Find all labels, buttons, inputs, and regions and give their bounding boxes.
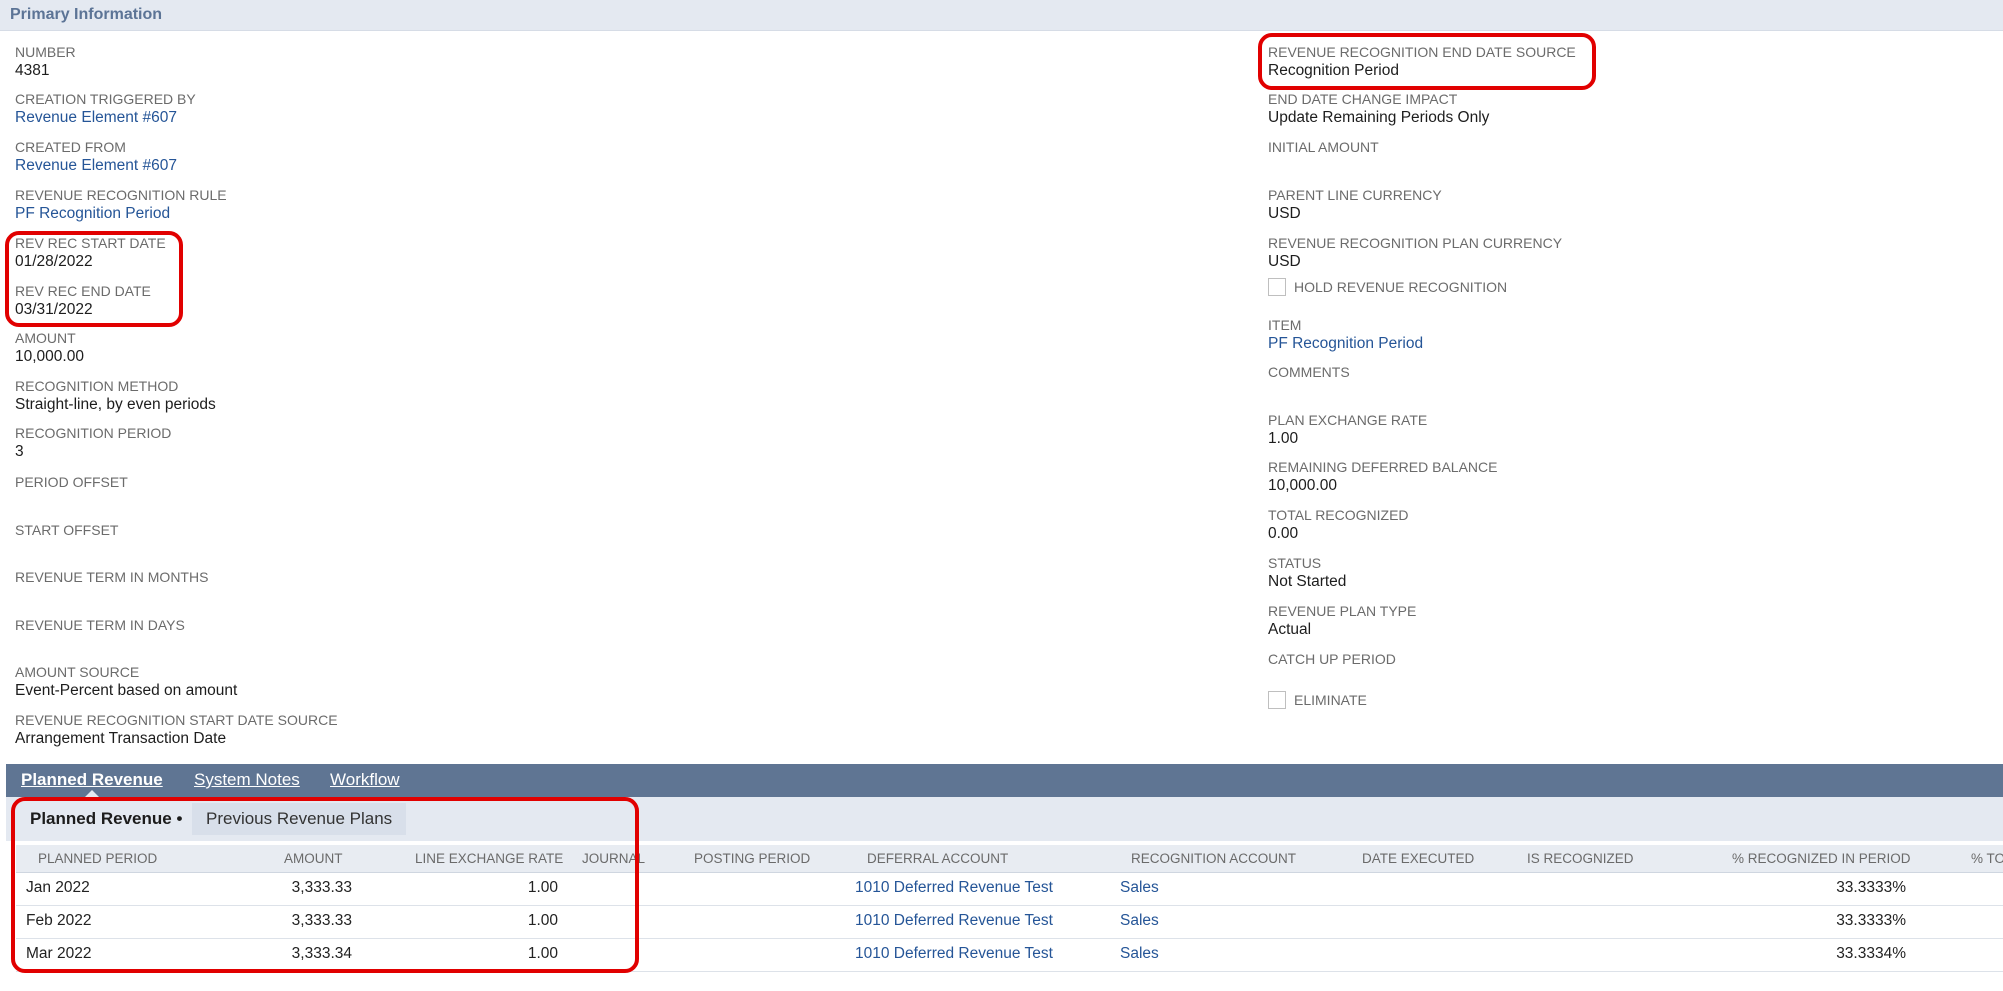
field-period-offset: PERIOD OFFSET: [15, 474, 128, 490]
field-creation-triggered-by: CREATION TRIGGERED BY Revenue Element #6…: [15, 91, 196, 128]
field-revenue-plan-type: REVENUE PLAN TYPE Actual: [1268, 603, 1417, 638]
field-revenue-term-months: REVENUE TERM IN MONTHS: [15, 569, 209, 585]
col-is-recognized[interactable]: IS RECOGNIZED: [1527, 851, 1634, 866]
deferral-account-link[interactable]: 1010 Deferred Revenue Test: [855, 945, 1053, 963]
inner-tab-bar: Planned Revenue • Previous Revenue Plans: [6, 797, 2003, 841]
col-line-exchange-rate[interactable]: LINE EXCHANGE RATE: [415, 851, 563, 866]
field-initial-amount: INITIAL AMOUNT: [1268, 139, 1379, 155]
hold-revenue-recognition-row: HOLD REVENUE RECOGNITION: [1268, 278, 1507, 296]
col-posting-period[interactable]: POSTING PERIOD: [694, 851, 810, 866]
col-deferral-account[interactable]: DEFERRAL ACCOUNT: [867, 851, 1008, 866]
field-rev-rec-start-date: REV REC START DATE 01/28/2022: [15, 235, 166, 270]
field-recognition-period: RECOGNITION PERIOD 3: [15, 425, 172, 460]
field-revenue-term-days: REVENUE TERM IN DAYS: [15, 617, 185, 633]
field-amount-source: AMOUNT SOURCE Event-Percent based on amo…: [15, 664, 238, 699]
col-amount[interactable]: AMOUNT: [284, 851, 343, 866]
section-header-primary-information[interactable]: Primary Information: [0, 0, 2003, 31]
col-recognition-account[interactable]: RECOGNITION ACCOUNT: [1131, 851, 1296, 866]
recognition-account-link[interactable]: Sales: [1120, 945, 1159, 963]
table-row[interactable]: Mar 2022 3,333.34 1.00 1010 Deferred Rev…: [16, 939, 2003, 972]
field-catch-up-period: CATCH UP PERIOD: [1268, 651, 1396, 667]
field-remaining-deferred-balance: REMAINING DEFERRED BALANCE 10,000.00: [1268, 459, 1498, 494]
col-pct-recognized-in-period[interactable]: % RECOGNIZED IN PERIOD: [1732, 851, 1911, 866]
table-row[interactable]: Jan 2022 3,333.33 1.00 1010 Deferred Rev…: [16, 873, 2003, 906]
recognition-account-link[interactable]: Sales: [1120, 879, 1159, 897]
field-parent-line-currency: PARENT LINE CURRENCY USD: [1268, 187, 1442, 222]
deferral-account-link[interactable]: 1010 Deferred Revenue Test: [855, 912, 1053, 930]
field-created-from: CREATED FROM Revenue Element #607: [15, 139, 178, 176]
inner-tab-planned-revenue[interactable]: Planned Revenue •: [16, 803, 196, 835]
col-pct-total[interactable]: % TOTAL: [1971, 851, 2003, 866]
field-revenue-recognition-rule: REVENUE RECOGNITION RULE PF Recognition …: [15, 187, 227, 224]
recognition-account-link[interactable]: Sales: [1120, 912, 1159, 930]
field-plan-currency: REVENUE RECOGNITION PLAN CURRENCY USD: [1268, 235, 1563, 270]
table-row[interactable]: Feb 2022 3,333.33 1.00 1010 Deferred Rev…: [16, 906, 2003, 939]
eliminate-row: ELIMINATE: [1268, 691, 1367, 709]
field-rev-rec-end-date-source: REVENUE RECOGNITION END DATE SOURCE Reco…: [1268, 44, 1576, 79]
field-amount: AMOUNT 10,000.00: [15, 330, 84, 365]
inner-tab-previous-revenue-plans[interactable]: Previous Revenue Plans: [192, 803, 407, 835]
field-end-date-change-impact: END DATE CHANGE IMPACT Update Remaining …: [1268, 91, 1490, 126]
created-from-link[interactable]: Revenue Element #607: [15, 156, 177, 176]
subtab-system-notes[interactable]: System Notes: [194, 770, 300, 790]
field-status: STATUS Not Started: [1268, 555, 1347, 590]
col-date-executed[interactable]: DATE EXECUTED: [1362, 851, 1474, 866]
field-plan-exchange-rate: PLAN EXCHANGE RATE 1.00: [1268, 412, 1428, 447]
creation-triggered-by-link[interactable]: Revenue Element #607: [15, 108, 196, 128]
field-rev-rec-start-date-source: REVENUE RECOGNITION START DATE SOURCE Ar…: [15, 712, 338, 747]
field-number: NUMBER 4381: [15, 44, 76, 79]
col-planned-period[interactable]: PLANNED PERIOD: [38, 851, 157, 866]
col-journal[interactable]: JOURNAL: [582, 851, 650, 866]
subtab-planned-revenue[interactable]: Planned Revenue: [21, 770, 163, 797]
hold-revenue-recognition-checkbox[interactable]: [1268, 278, 1286, 296]
planned-revenue-table-header: PLANNED PERIOD AMOUNT LINE EXCHANGE RATE…: [16, 845, 2003, 873]
field-comments: COMMENTS: [1268, 364, 1350, 380]
field-start-offset: START OFFSET: [15, 522, 119, 538]
section-title: Primary Information: [10, 6, 163, 23]
field-item: ITEM PF Recognition Period: [1268, 317, 1424, 354]
item-link[interactable]: PF Recognition Period: [1268, 334, 1423, 354]
field-total-recognized: TOTAL RECOGNIZED 0.00: [1268, 507, 1409, 542]
field-rev-rec-end-date: REV REC END DATE 03/31/2022: [15, 283, 151, 318]
field-recognition-method: RECOGNITION METHOD Straight-line, by eve…: [15, 378, 216, 413]
deferral-account-link[interactable]: 1010 Deferred Revenue Test: [855, 879, 1053, 897]
eliminate-checkbox[interactable]: [1268, 691, 1286, 709]
subtab-bar: Planned Revenue System Notes Workflow: [6, 764, 2003, 797]
revenue-recognition-rule-link[interactable]: PF Recognition Period: [15, 204, 227, 224]
subtab-workflow[interactable]: Workflow: [330, 770, 400, 790]
